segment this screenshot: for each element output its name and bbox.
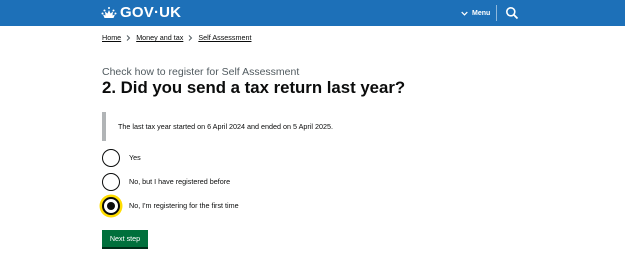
logo-text: GOV·UK	[120, 4, 182, 21]
radio-button-selected[interactable]	[102, 197, 120, 215]
chevron-right-icon	[188, 35, 193, 41]
radio-label: Yes	[129, 153, 141, 162]
radio-option-registered-before[interactable]: No, but I have registered before	[102, 172, 230, 192]
breadcrumb-home[interactable]: Home	[102, 33, 121, 43]
radio-option-yes[interactable]: Yes	[102, 148, 141, 168]
inset-text: The last tax year started on 6 April 202…	[118, 122, 333, 131]
crown-icon	[101, 7, 117, 18]
search-icon[interactable]	[505, 6, 519, 20]
govuk-header: GOV·UK Menu	[0, 0, 625, 26]
breadcrumb-money-and-tax[interactable]: Money and tax	[136, 33, 183, 43]
breadcrumb-self-assessment[interactable]: Self Assessment	[198, 33, 251, 43]
header-divider	[496, 5, 497, 21]
radio-button[interactable]	[102, 149, 120, 167]
inset-text-box: The last tax year started on 6 April 202…	[102, 112, 402, 141]
question-caption: Check how to register for Self Assessmen…	[102, 66, 300, 78]
chevron-right-icon	[126, 35, 131, 41]
radio-button[interactable]	[102, 173, 120, 191]
radio-option-first-time[interactable]: No, I'm registering for the first time	[102, 196, 239, 216]
radio-label: No, but I have registered before	[129, 177, 231, 186]
next-step-button[interactable]: Next step	[102, 230, 148, 247]
govuk-logo-link[interactable]: GOV·UK	[101, 4, 181, 22]
breadcrumb: Home Money and tax Self Assessment	[102, 33, 251, 43]
page-title: 2. Did you send a tax return last year?	[102, 78, 406, 97]
radio-label: No, I'm registering for the first time	[129, 201, 239, 210]
menu-label: Menu	[472, 9, 491, 17]
menu-button[interactable]: Menu	[461, 6, 490, 20]
chevron-down-icon	[461, 11, 468, 16]
